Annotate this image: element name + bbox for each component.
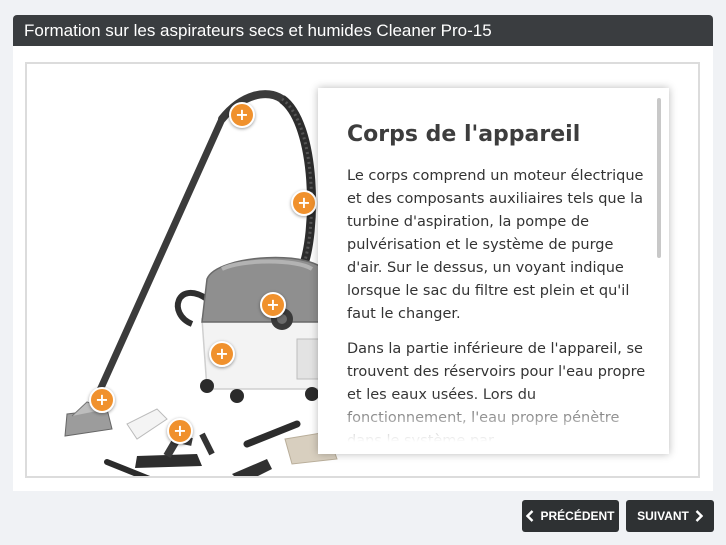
previous-button[interactable]: PRÉCÉDENT <box>522 500 619 532</box>
hotspot-accessories[interactable]: + <box>167 418 193 444</box>
previous-button-label: PRÉCÉDENT <box>540 509 615 523</box>
hotspot-body[interactable]: + <box>260 292 286 318</box>
slide-frame: + + + + + + Corps de l'appareil Le corps… <box>25 62 700 478</box>
hotspot-upholstery-nozzle[interactable]: + <box>89 387 115 413</box>
course-title: Formation sur les aspirateurs secs et hu… <box>24 20 492 40</box>
hotspot-handle[interactable]: + <box>229 102 255 128</box>
next-button-label: SUIVANT <box>637 509 689 523</box>
panel-paragraph: Le corps comprend un moteur électrique e… <box>347 168 644 322</box>
chevron-left-icon <box>526 510 534 522</box>
chevron-right-icon <box>695 510 703 522</box>
hotspot-hose[interactable]: + <box>291 190 317 216</box>
slide-container: + + + + + + Corps de l'appareil Le corps… <box>13 46 713 491</box>
course-title-bar: Formation sur les aspirateurs secs et hu… <box>13 15 713 46</box>
panel-heading: Corps de l'appareil <box>347 122 581 147</box>
hotspot-tank[interactable]: + <box>209 341 235 367</box>
panel-scrollbar[interactable] <box>657 98 661 258</box>
next-button[interactable]: SUIVANT <box>626 500 714 532</box>
panel-fade-overlay <box>318 394 669 454</box>
vacuum-cleaner-illustration <box>64 90 338 476</box>
info-panel: Corps de l'appareil Le corps comprend un… <box>318 88 669 454</box>
